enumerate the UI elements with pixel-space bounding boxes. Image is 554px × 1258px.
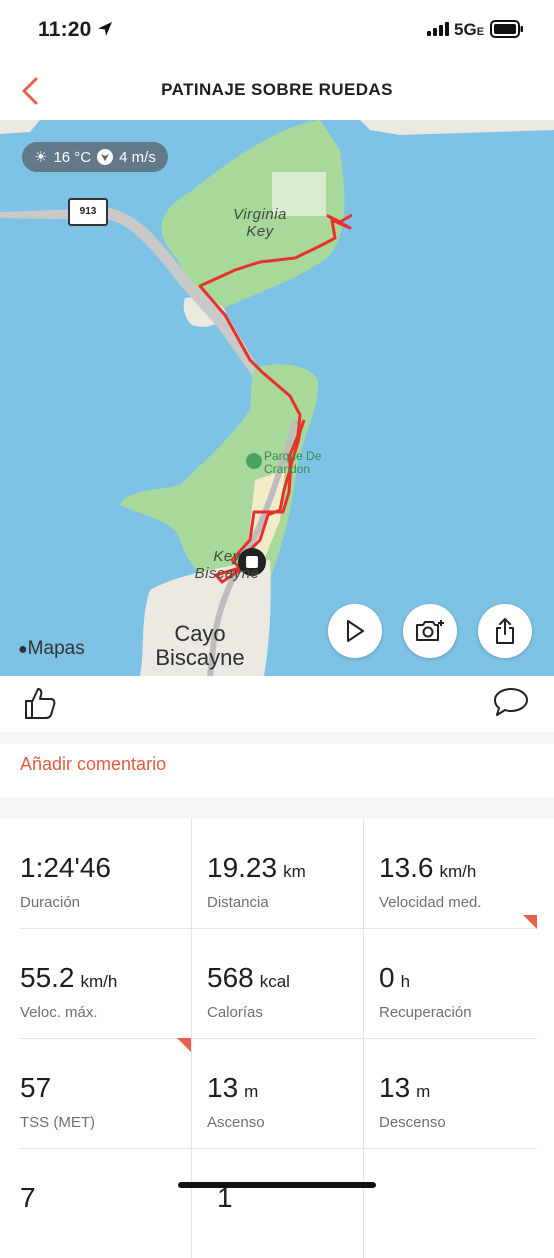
wind-value: 4 m/s <box>119 148 156 166</box>
stat-flag-icon <box>177 1038 191 1052</box>
play-icon <box>347 620 364 642</box>
stat-descent: 13 m Descenso <box>363 1038 537 1149</box>
wind-direction-icon <box>97 149 114 165</box>
social-actions <box>0 676 554 733</box>
add-photo-button[interactable] <box>403 604 457 658</box>
status-bar: 11:20 5GE <box>0 0 554 60</box>
page-title: PATINAJE SOBRE RUEDAS <box>161 80 393 99</box>
stat-ascent: 13 m Ascenso <box>191 1038 364 1149</box>
stat-partial-1: 7 <box>20 1148 192 1258</box>
stat-avg-speed: 13.6 km/h Velocidad med. <box>363 818 537 929</box>
stat-duration: 1:24'46 Duración <box>20 818 192 929</box>
add-comment-link[interactable]: Añadir comentario <box>20 754 166 775</box>
stat-recovery: 0h Recuperación <box>363 928 537 1039</box>
sun-icon: ☀ <box>34 149 48 166</box>
weather-badge: ☀ 16 °C 4 m/s <box>22 142 168 172</box>
map-label-key-biscayne: Key Biscayne <box>194 548 260 582</box>
stat-calories: 568 kcal Calorías <box>191 928 364 1039</box>
map-label-virginia-key: Virginia Key <box>233 206 287 240</box>
route-map[interactable]: ☀ 16 °C 4 m/s 913 Virginia Key Parque De C… <box>0 120 554 676</box>
camera-add-icon <box>416 620 444 641</box>
section-divider <box>0 732 554 744</box>
stat-tss: 57 TSS (MET) <box>20 1038 192 1149</box>
stat-flag-icon <box>523 915 537 929</box>
stat-partial-2: 1 <box>191 1148 364 1258</box>
battery-icon <box>490 20 523 38</box>
share-button[interactable] <box>478 604 532 658</box>
thumbs-up-icon[interactable] <box>22 684 58 722</box>
status-time: 11:20 <box>38 18 92 41</box>
nav-bar: PATINAJE SOBRE RUEDAS <box>0 60 554 120</box>
map-label-park: Parque De Crandon <box>264 449 322 476</box>
share-icon <box>496 618 514 644</box>
home-indicator <box>178 1182 376 1188</box>
network-type: 5GE <box>454 20 485 39</box>
maps-brand: ●Mapas <box>18 638 85 659</box>
play-route-button[interactable] <box>328 604 382 658</box>
apple-logo-icon: ● <box>18 641 28 658</box>
location-arrow-icon <box>98 22 112 36</box>
stat-distance: 19.23 km Distancia <box>191 818 364 929</box>
stat-max-speed: 55.2 km/h Veloc. máx. <box>20 928 192 1039</box>
route-shield: 913 <box>68 198 108 226</box>
temperature-value: 16 °C <box>53 148 92 166</box>
signal-icon <box>427 22 449 36</box>
map-label-city: Cayo Biscayne <box>155 621 245 670</box>
comment-bubble-icon[interactable] <box>492 686 530 718</box>
section-divider <box>0 798 554 818</box>
